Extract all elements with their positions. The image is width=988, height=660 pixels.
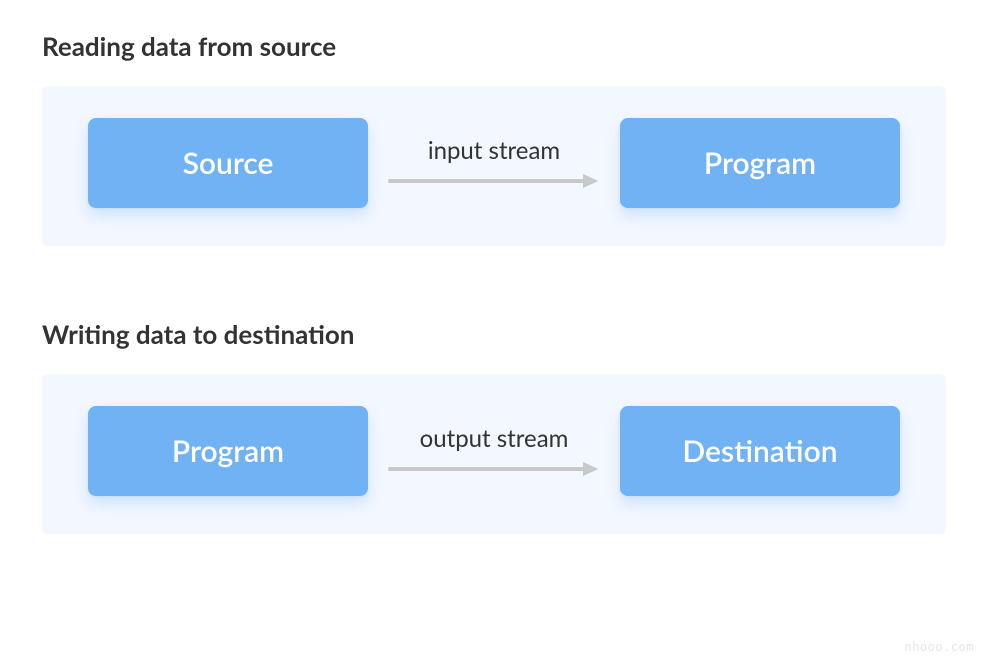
arrow-input-stream: input stream xyxy=(388,136,600,191)
arrow-right-icon xyxy=(388,171,600,191)
node-source: Source xyxy=(88,118,368,208)
node-program-read: Program xyxy=(620,118,900,208)
arrow-output-stream: output stream xyxy=(388,424,600,479)
section-title-writing: Writing data to destination xyxy=(42,318,946,350)
node-destination: Destination xyxy=(620,406,900,496)
watermark: nhooo.com xyxy=(904,640,974,654)
arrow-right-icon xyxy=(388,459,600,479)
section-title-reading: Reading data from source xyxy=(42,30,946,62)
section-gap xyxy=(42,246,946,318)
arrow-label-output: output stream xyxy=(420,424,569,453)
panel-writing: Program output stream Destination xyxy=(42,374,946,534)
node-program-write: Program xyxy=(88,406,368,496)
arrow-label-input: input stream xyxy=(428,136,560,165)
panel-reading: Source input stream Program xyxy=(42,86,946,246)
